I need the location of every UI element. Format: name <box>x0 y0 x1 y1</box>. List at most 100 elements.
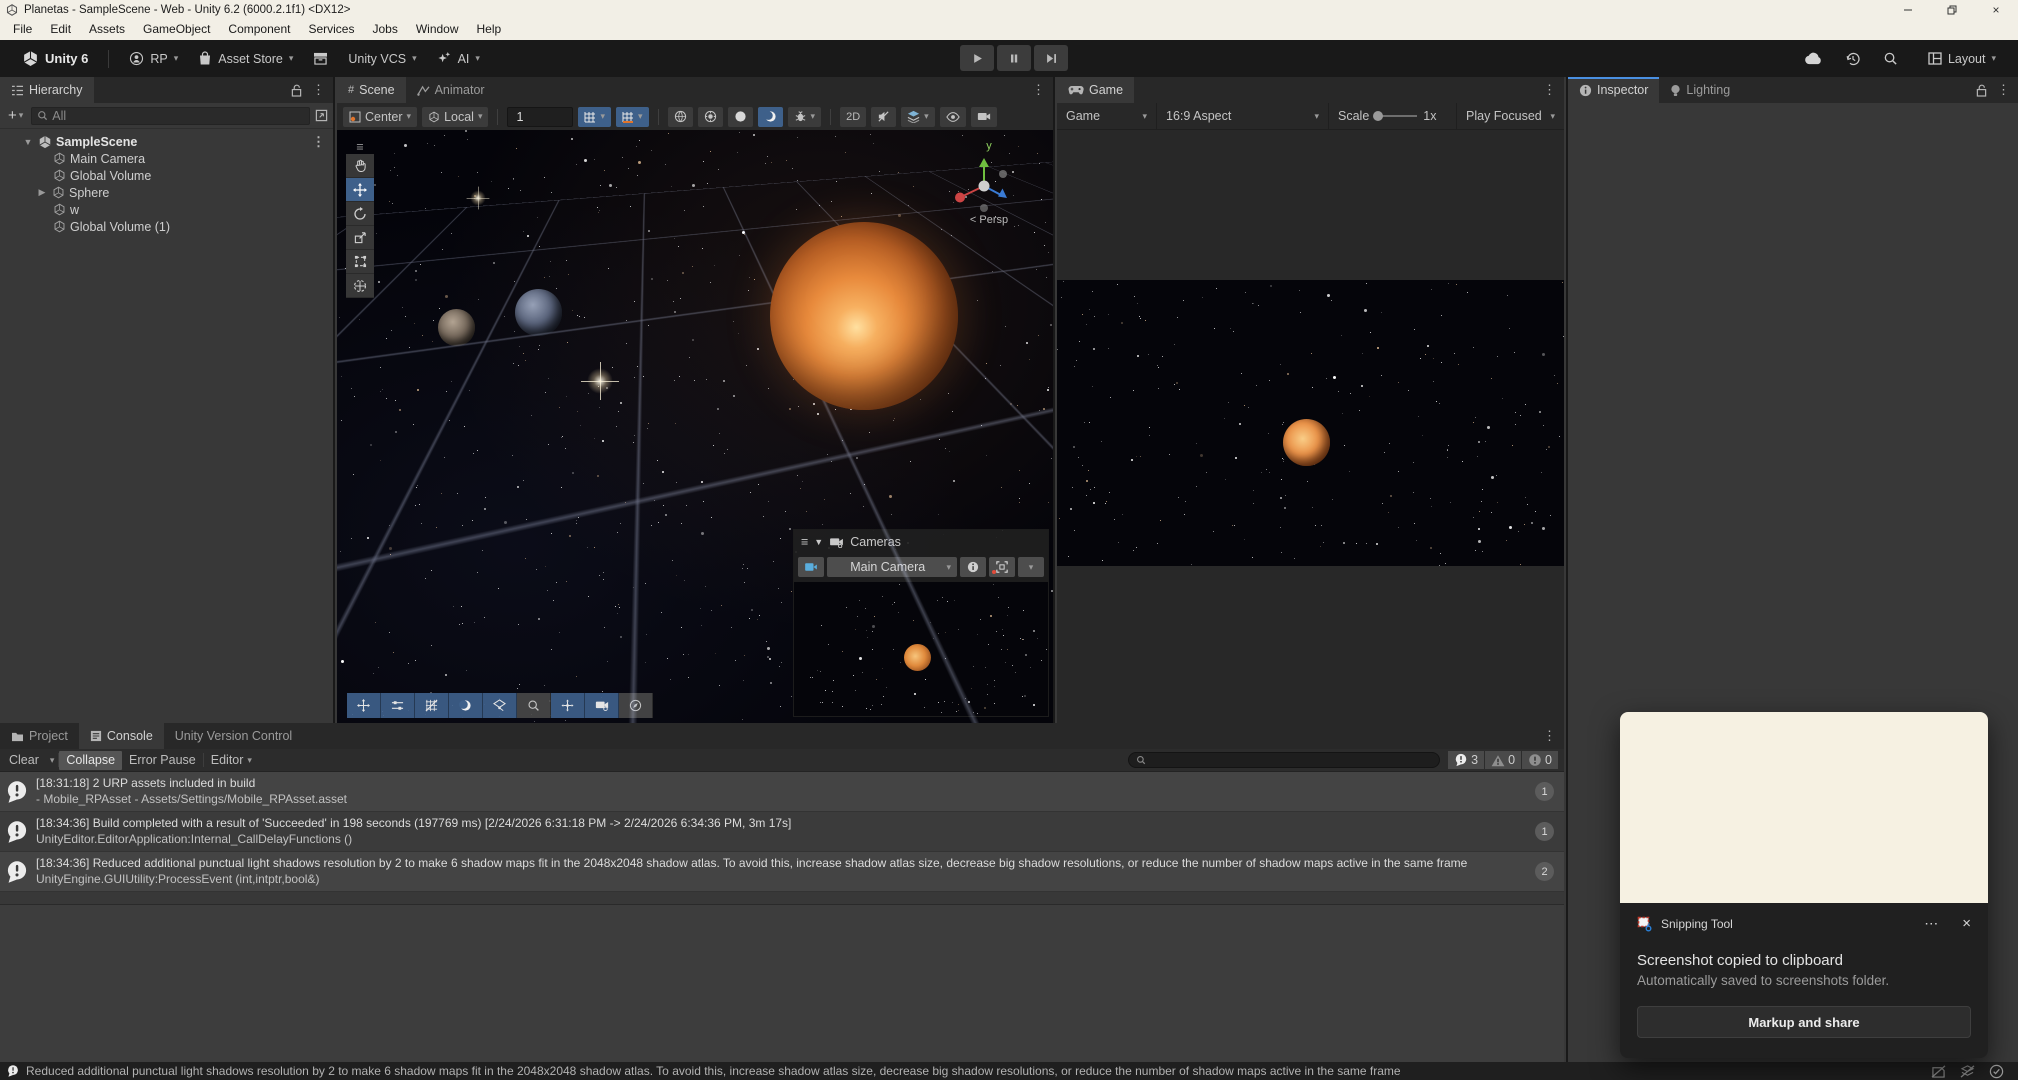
info-count-toggle[interactable]: 3 <box>1448 751 1484 769</box>
scale-slider[interactable]: Scale 1x <box>1329 103 1457 129</box>
console-search-input[interactable] <box>1128 752 1440 768</box>
tree-row-global-volume-1[interactable]: Global Volume (1) <box>0 218 333 235</box>
view-hand-tool[interactable] <box>346 154 374 178</box>
overlay-center-button[interactable] <box>551 693 585 718</box>
tree-row-global-volume[interactable]: Global Volume <box>0 167 333 184</box>
maximize-button[interactable] <box>1930 0 1974 19</box>
layout-dropdown[interactable]: Layout▾ <box>1920 48 2004 70</box>
tab-hierarchy[interactable]: Hierarchy <box>0 77 94 103</box>
play-focus-dropdown[interactable]: Play Focused▾ <box>1457 103 1564 129</box>
minimize-button[interactable] <box>1886 0 1930 19</box>
overlay-camera-button[interactable] <box>585 693 619 718</box>
toast-more-icon[interactable]: ⋯ <box>1924 915 1938 932</box>
console-log-entry[interactable]: [18:34:36] Reduced additional punctual l… <box>0 852 1564 892</box>
scene-menu-icon[interactable]: ⋮ <box>1032 82 1045 98</box>
tab-lighting[interactable]: Lighting <box>1659 77 1741 103</box>
effects-visibility-dropdown[interactable]: ▾ <box>901 107 935 127</box>
scene-visibility-toggle[interactable] <box>940 107 966 127</box>
editor-dropdown[interactable]: Editor▾ <box>204 751 259 770</box>
camera-overlay-menu[interactable]: ▾ <box>1018 557 1044 577</box>
add-gameobject-button[interactable]: +▾ <box>5 108 26 124</box>
tree-row-sphere[interactable]: ▶ Sphere <box>0 184 333 201</box>
scale-knob[interactable] <box>1373 111 1383 121</box>
unity-vcs-dropdown[interactable]: Unity VCS▾ <box>340 48 424 70</box>
status-bar[interactable]: Reduced additional punctual light shadow… <box>0 1062 2018 1080</box>
menu-file[interactable]: File <box>4 19 41 40</box>
warning-count-toggle[interactable]: 0 <box>1485 751 1521 769</box>
axis-orientation-gizmo[interactable]: y < Persp <box>947 140 1031 226</box>
asset-store-dropdown[interactable]: Asset Store▾ <box>190 47 301 70</box>
console-log-entry[interactable]: [18:31:18] 2 URP assets included in buil… <box>0 772 1564 812</box>
pause-button[interactable] <box>997 45 1031 71</box>
tab-inspector[interactable]: Inspector <box>1568 77 1659 103</box>
search-icon[interactable] <box>1883 51 1898 66</box>
console-detail-pane[interactable] <box>0 904 1564 1062</box>
2d-toggle[interactable]: 2D <box>840 107 866 127</box>
menu-component[interactable]: Component <box>219 19 299 40</box>
game-viewport[interactable] <box>1057 280 1564 566</box>
menu-jobs[interactable]: Jobs <box>363 19 406 40</box>
hierarchy-menu-icon[interactable]: ⋮ <box>312 82 325 98</box>
lock-icon[interactable] <box>291 84 302 97</box>
play-button[interactable] <box>960 45 994 71</box>
game-menu-icon[interactable]: ⋮ <box>1543 82 1556 98</box>
shading-mode-button[interactable] <box>668 107 693 127</box>
overlay-compass-button[interactable] <box>619 693 653 718</box>
scene-picker-icon[interactable] <box>315 109 328 122</box>
rect-tool[interactable] <box>346 250 374 274</box>
overlay-search-button[interactable] <box>517 693 551 718</box>
clear-button[interactable]: Clear <box>2 751 46 770</box>
camera-type-icon[interactable] <box>798 557 824 577</box>
tab-project[interactable]: Project <box>0 723 79 749</box>
inspector-menu-icon[interactable]: ⋮ <box>1997 82 2010 98</box>
camera-info-button[interactable] <box>960 557 986 577</box>
undo-history-icon[interactable] <box>1845 51 1861 67</box>
menu-assets[interactable]: Assets <box>80 19 134 40</box>
overlay-sliders-button[interactable] <box>381 693 415 718</box>
persp-label[interactable]: < Persp <box>947 214 1031 226</box>
tab-scene[interactable]: # Scene <box>337 77 406 103</box>
overlay-grid-button[interactable] <box>415 693 449 718</box>
menu-edit[interactable]: Edit <box>41 19 80 40</box>
status-check-icon[interactable] <box>1989 1064 2004 1079</box>
toolstrip-grip[interactable]: ≡ <box>346 142 374 154</box>
camera-select-dropdown[interactable]: Main Camera ▾ <box>827 557 957 577</box>
overlay-move-button[interactable] <box>347 693 381 718</box>
aspect-dropdown[interactable]: 16:9 Aspect▾ <box>1157 103 1329 129</box>
menu-help[interactable]: Help <box>468 19 511 40</box>
scene-lighting-toggle[interactable] <box>698 107 723 127</box>
move-tool[interactable] <box>346 178 374 202</box>
debug-dropdown[interactable]: ▾ <box>788 107 822 127</box>
display-dropdown[interactable]: Game▾ <box>1057 103 1157 129</box>
package-manager-button[interactable] <box>305 48 336 69</box>
tree-row-scene[interactable]: ▼ SampleScene ⋮ <box>0 133 333 150</box>
scene-viewport[interactable]: y < Persp ≡ <box>337 130 1053 723</box>
hierarchy-search-input[interactable]: All <box>31 107 310 125</box>
cameras-collapse-icon[interactable]: ▼ <box>814 537 823 547</box>
scene-menu-icon[interactable]: ⋮ <box>312 134 333 150</box>
grid-snap-button[interactable]: ▾ <box>616 107 649 127</box>
screenshot-preview[interactable] <box>1620 712 1988 903</box>
tab-animator[interactable]: Animator <box>406 77 496 103</box>
unity-version-button[interactable]: Unity 6 <box>14 46 96 71</box>
overlay-gizmo-button[interactable] <box>483 693 517 718</box>
grid-size-field[interactable]: 1 <box>507 107 573 127</box>
camera-settings-dropdown[interactable] <box>971 107 997 127</box>
step-button[interactable] <box>1034 45 1068 71</box>
cameras-grip[interactable]: ≡ <box>801 535 808 549</box>
auto-refresh-disabled-icon[interactable] <box>1931 1065 1946 1078</box>
rotate-tool[interactable] <box>346 202 374 226</box>
clear-dropdown[interactable]: ▾ <box>46 751 59 770</box>
close-button[interactable]: × <box>1974 0 2018 19</box>
console-log-entry[interactable]: [18:34:36] Build completed with a result… <box>0 812 1564 852</box>
error-count-toggle[interactable]: 0 <box>1522 751 1558 769</box>
camera-fullscreen-button[interactable] <box>989 557 1015 577</box>
pivot-dropdown[interactable]: Center▾ <box>343 107 417 127</box>
menu-window[interactable]: Window <box>407 19 468 40</box>
tree-row-w[interactable]: w <box>0 201 333 218</box>
tree-row-main-camera[interactable]: Main Camera <box>0 150 333 167</box>
collapse-toggle[interactable]: Collapse <box>59 751 122 770</box>
cloud-icon[interactable] <box>1804 52 1823 65</box>
overlay-crescent-button[interactable] <box>449 693 483 718</box>
scale-tool[interactable] <box>346 226 374 250</box>
